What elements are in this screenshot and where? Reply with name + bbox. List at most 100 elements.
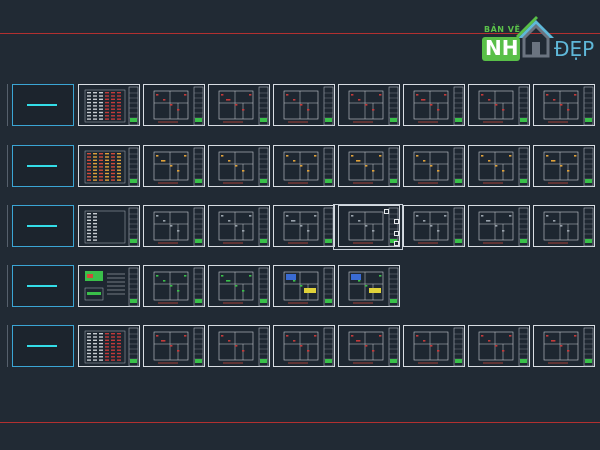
sheet-drawing (84, 147, 139, 187)
row-label-dash (27, 225, 57, 227)
row-label-box[interactable] (12, 84, 74, 126)
sheet-drawing (84, 327, 139, 367)
selected-sheet-highlight[interactable] (333, 204, 403, 250)
sheet-drawing (153, 147, 204, 187)
drawing-sheet-thumbnail[interactable] (533, 205, 595, 247)
drawing-sheet-thumbnail[interactable] (273, 325, 335, 367)
drawing-sheet-thumbnail[interactable] (468, 325, 530, 367)
drawing-sheet-thumbnail[interactable] (208, 145, 270, 187)
drawing-sheet-thumbnail[interactable] (143, 145, 205, 187)
sheet-drawing (478, 86, 529, 126)
sheet-drawing (478, 207, 529, 247)
drawing-sheet-thumbnail[interactable] (403, 145, 465, 187)
sheet-drawing (283, 327, 334, 367)
drawing-sheet-thumbnail[interactable] (273, 145, 335, 187)
row-5 (0, 325, 600, 369)
grip-handle[interactable] (394, 231, 399, 236)
drawing-sheet-thumbnail[interactable] (273, 205, 335, 247)
drawing-sheet-thumbnail[interactable] (338, 325, 400, 367)
drawing-sheet-thumbnail[interactable] (78, 325, 140, 367)
sheet-drawing (543, 86, 594, 126)
row-label-box[interactable] (12, 265, 74, 307)
drawing-sheet-thumbnail[interactable] (468, 84, 530, 126)
sheet-drawing (283, 147, 334, 187)
row-left-edge (0, 325, 8, 367)
sheet-drawing (218, 86, 269, 126)
drawing-sheet-thumbnail[interactable] (403, 84, 465, 126)
row-label-dash (27, 285, 57, 287)
sheet-drawing (543, 147, 594, 187)
drawing-sheet-thumbnail[interactable] (208, 265, 270, 307)
drawing-sheet-thumbnail[interactable] (208, 325, 270, 367)
row-label-box[interactable] (12, 145, 74, 187)
bottom-frame-line (0, 422, 600, 423)
sheet-drawing (478, 327, 529, 367)
row-2 (0, 145, 600, 189)
drawing-sheet-thumbnail[interactable] (468, 145, 530, 187)
drawing-sheet-thumbnail[interactable] (403, 205, 465, 247)
sheet-drawing (543, 327, 594, 367)
sheet-drawing (348, 147, 399, 187)
drawing-sheet-thumbnail[interactable] (338, 84, 400, 126)
sheet-drawing (153, 207, 204, 247)
sheet-drawing (218, 327, 269, 367)
sheet-drawing (543, 207, 594, 247)
sheet-drawing (84, 207, 139, 247)
row-left-edge (0, 84, 8, 126)
sheet-drawing (283, 86, 334, 126)
drawing-sheet-thumbnail[interactable] (533, 84, 595, 126)
drawing-sheet-thumbnail[interactable] (403, 325, 465, 367)
brand-logo: BẢN VẼ NH ĐẸP (478, 10, 596, 70)
sheet-drawing (153, 86, 204, 126)
drawing-sheet-thumbnail[interactable] (533, 145, 595, 187)
drawing-sheet-thumbnail[interactable] (533, 325, 595, 367)
sheet-drawing (413, 147, 464, 187)
sheet-drawing (413, 207, 464, 247)
drawing-sheet-thumbnail[interactable] (208, 205, 270, 247)
drawing-sheet-thumbnail[interactable] (143, 84, 205, 126)
drawing-sheet-thumbnail[interactable] (338, 265, 400, 307)
sheet-drawing (153, 327, 204, 367)
house-logo-icon (516, 16, 554, 58)
row-3 (0, 205, 600, 249)
drawing-sheet-thumbnail[interactable] (338, 145, 400, 187)
sheet-drawing (348, 327, 399, 367)
grip-handle[interactable] (394, 219, 399, 224)
drawing-sheet-thumbnail[interactable] (143, 325, 205, 367)
sheet-drawing (348, 267, 399, 307)
sheet-drawing (218, 147, 269, 187)
logo-line-2a: NH (485, 36, 519, 60)
row-left-edge (0, 265, 8, 307)
row-label-dash (27, 104, 57, 106)
sheet-drawing (478, 147, 529, 187)
drawing-sheet-thumbnail[interactable] (273, 265, 335, 307)
sheet-drawing (218, 267, 269, 307)
row-label-box[interactable] (12, 205, 74, 247)
row-label-box[interactable] (12, 325, 74, 367)
sheet-drawing (218, 207, 269, 247)
row-label-dash (27, 165, 57, 167)
sheet-drawing (413, 86, 464, 126)
grip-handle[interactable] (384, 209, 389, 214)
grip-handle[interactable] (394, 241, 399, 246)
sheet-drawing (283, 207, 334, 247)
row-label-dash (27, 345, 57, 347)
sheet-drawing (348, 86, 399, 126)
row-left-edge (0, 145, 8, 187)
drawing-sheet-thumbnail[interactable] (468, 205, 530, 247)
row-1 (0, 84, 600, 128)
sheet-drawing (84, 86, 139, 126)
sheet-drawing (283, 267, 334, 307)
drawing-sheet-thumbnail[interactable] (78, 205, 140, 247)
row-left-edge (0, 205, 8, 247)
drawing-sheet-thumbnail[interactable] (143, 205, 205, 247)
drawing-sheet-thumbnail[interactable] (208, 84, 270, 126)
logo-line-1: BẢN VẼ (484, 25, 521, 34)
sheet-drawing (413, 327, 464, 367)
drawing-sheet-thumbnail[interactable] (273, 84, 335, 126)
drawing-sheet-thumbnail[interactable] (143, 265, 205, 307)
drawing-sheet-thumbnail[interactable] (78, 265, 140, 307)
drawing-sheet-thumbnail[interactable] (78, 145, 140, 187)
drawing-sheet-thumbnail[interactable] (78, 84, 140, 126)
sheet-drawing (153, 267, 204, 307)
